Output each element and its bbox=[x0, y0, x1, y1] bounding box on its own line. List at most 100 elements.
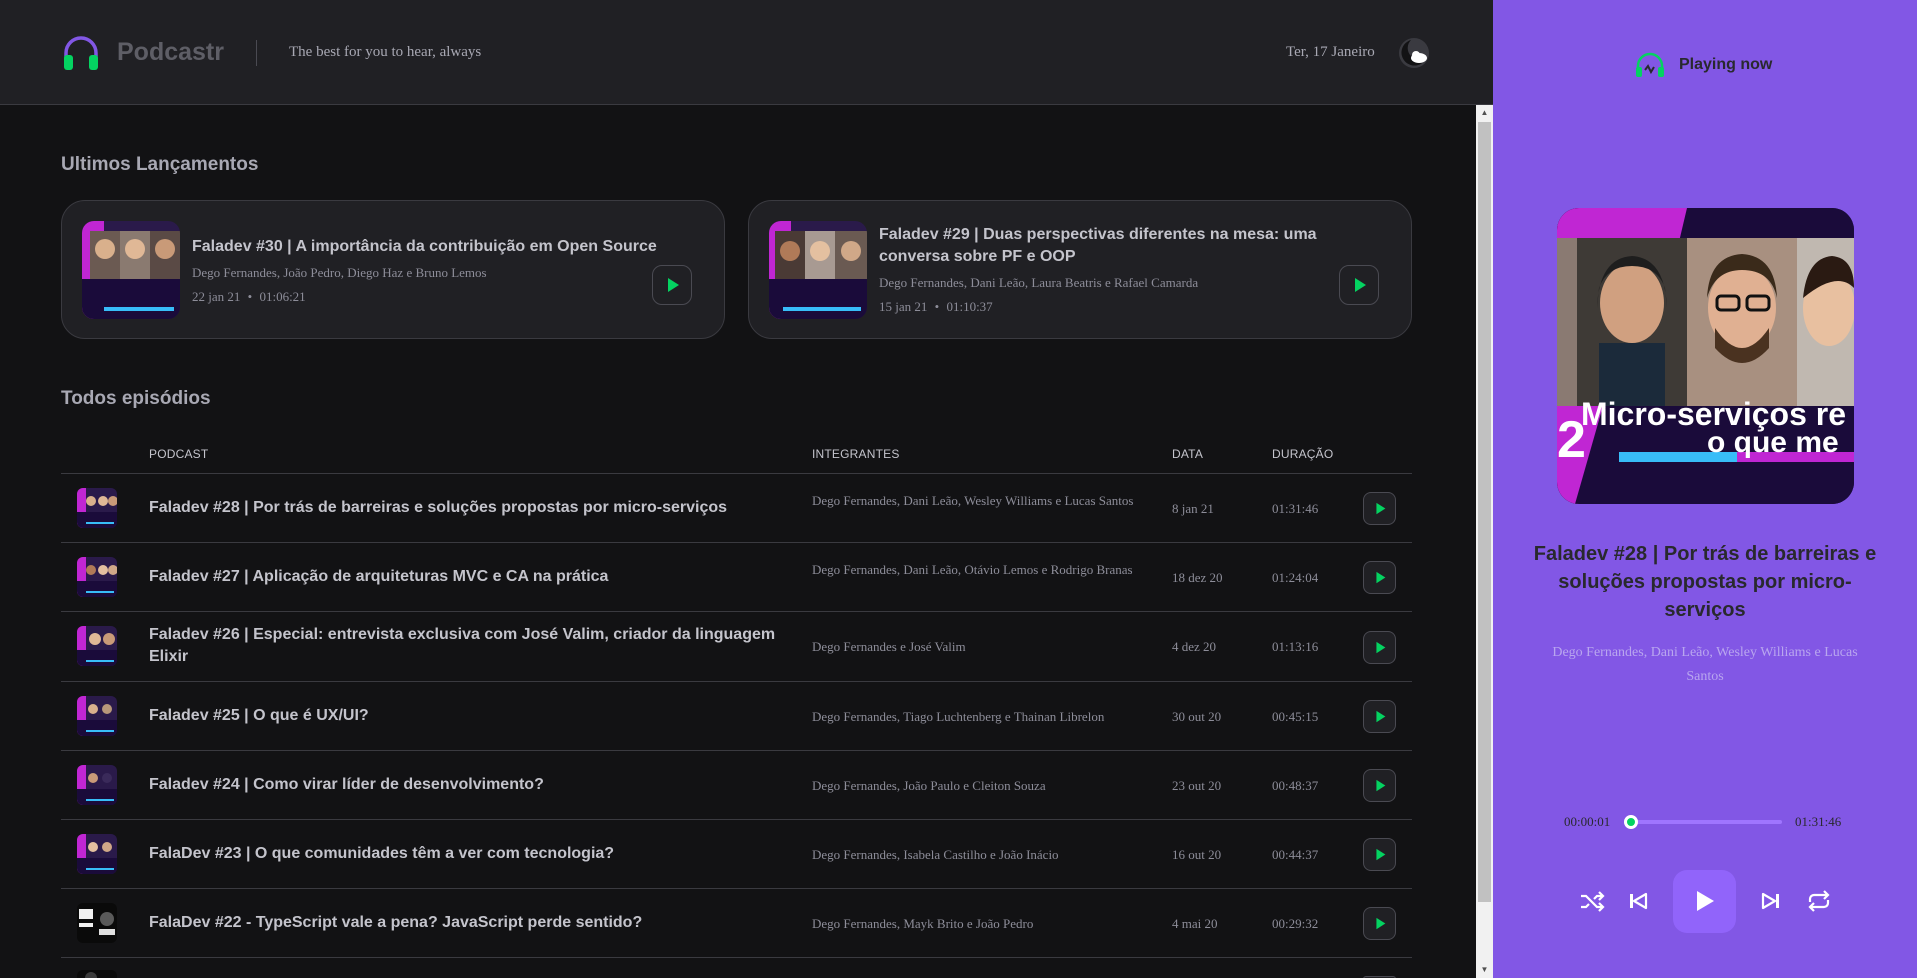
episode-date: 15 jan 21 bbox=[879, 299, 928, 314]
episode-cover: 2 Micro-serviços re o que me bbox=[1557, 208, 1854, 504]
play-icon bbox=[668, 278, 679, 292]
cover-text-2: o que me bbox=[1707, 426, 1839, 459]
progress-slider[interactable] bbox=[1629, 820, 1782, 824]
latest-releases-title: Ultimos Lançamentos bbox=[61, 154, 259, 175]
current-time: 00:00:01 bbox=[1564, 814, 1611, 829]
total-time: 01:31:46 bbox=[1795, 814, 1842, 829]
episode-date: 30 out 20 bbox=[1172, 709, 1222, 724]
table-row: Faladev #28 | Por trás de barreiras e so… bbox=[61, 473, 1412, 542]
play-pause-button[interactable] bbox=[1673, 870, 1736, 933]
episode-thumbnail bbox=[77, 834, 117, 874]
episode-meta: 22 jan 21 • 01:06:21 bbox=[192, 289, 306, 305]
episode-title[interactable]: Faladev #30 | A importância da contribui… bbox=[192, 236, 702, 258]
play-icon bbox=[1376, 571, 1386, 584]
episode-members: Dego Fernandes, João Pedro, Diego Haz e … bbox=[192, 265, 487, 280]
episode-thumbnail bbox=[77, 696, 117, 736]
episode-title[interactable]: Faladev #25 | O que é UX/UI? bbox=[149, 705, 779, 727]
play-episode-button[interactable] bbox=[652, 265, 692, 305]
episode-date: 4 mai 20 bbox=[1172, 916, 1218, 931]
table-row: Faladev #25 | O que é UX/UI? Dego Fernan… bbox=[61, 681, 1412, 750]
play-episode-button[interactable] bbox=[1363, 700, 1396, 733]
play-episode-button[interactable] bbox=[1363, 838, 1396, 871]
episode-duration: 01:13:16 bbox=[1272, 639, 1319, 654]
all-episodes-title: Todos episódios bbox=[61, 388, 211, 409]
episode-title[interactable]: Faladev #28 | Por trás de barreiras e so… bbox=[149, 497, 779, 519]
episode-date: 23 out 20 bbox=[1172, 778, 1222, 793]
episode-date: 8 jan 21 bbox=[1172, 501, 1214, 516]
play-icon bbox=[1376, 641, 1386, 654]
player-panel: Playing now 2 Micro-serviços re o que me… bbox=[1493, 0, 1917, 978]
meta-separator: • bbox=[934, 299, 940, 314]
episode-meta: 15 jan 21 • 01:10:37 bbox=[879, 299, 993, 315]
episode-thumbnail bbox=[77, 557, 117, 597]
episode-duration: 00:29:32 bbox=[1272, 916, 1319, 931]
brand-name: Podcastr bbox=[117, 38, 224, 66]
episode-duration: 00:45:15 bbox=[1272, 709, 1319, 724]
next-track-icon[interactable] bbox=[1756, 886, 1786, 916]
episode-members: Dego Fernandes, Dani Leão, Wesley Willia… bbox=[812, 493, 1134, 508]
play-icon bbox=[1355, 278, 1366, 292]
episode-title[interactable]: Faladev #29 | Duas perspectivas diferent… bbox=[879, 224, 1349, 268]
table-row: FalaDev #23 | O que comunidades têm a ve… bbox=[61, 819, 1412, 888]
shuffle-icon[interactable] bbox=[1577, 886, 1607, 916]
play-icon bbox=[1376, 917, 1386, 930]
episode-duration: 00:48:37 bbox=[1272, 778, 1319, 793]
table-row: FalaDev #22 - TypeScript vale a pena? Ja… bbox=[61, 888, 1412, 957]
column-header-date: DATA bbox=[1172, 447, 1204, 461]
episode-members: Dego Fernandes e José Valim bbox=[812, 639, 966, 654]
main-content: Podcastr The best for you to hear, alway… bbox=[0, 0, 1493, 978]
episode-thumbnail bbox=[77, 765, 117, 805]
episode-date: 16 out 20 bbox=[1172, 847, 1222, 862]
app-header: Podcastr The best for you to hear, alway… bbox=[0, 0, 1493, 105]
play-icon bbox=[1376, 710, 1386, 723]
now-playing-title: Faladev #28 | Por trás de barreiras e so… bbox=[1533, 543, 1877, 621]
play-episode-button[interactable] bbox=[1339, 265, 1379, 305]
episode-duration: 00:44:37 bbox=[1272, 847, 1319, 862]
episode-members: Dego Fernandes, Mayk Brito e João Pedro bbox=[812, 916, 1034, 931]
episode-title[interactable]: FalaDev #23 | O que comunidades têm a ve… bbox=[149, 843, 779, 865]
play-episode-button[interactable] bbox=[1363, 492, 1396, 525]
episode-thumbnail bbox=[769, 221, 867, 319]
episode-title[interactable]: Faladev #27 | Aplicação de arquiteturas … bbox=[149, 566, 779, 588]
tagline: The best for you to hear, always bbox=[289, 44, 482, 60]
repeat-icon[interactable] bbox=[1804, 886, 1834, 916]
table-row bbox=[61, 957, 1412, 978]
play-icon bbox=[1376, 848, 1386, 861]
now-playing-members: Dego Fernandes, Dani Leão, Wesley Willia… bbox=[1552, 645, 1858, 684]
episode-thumbnail bbox=[77, 626, 117, 666]
episode-date: 18 dez 20 bbox=[1172, 570, 1223, 585]
episode-duration: 01:06:21 bbox=[259, 289, 306, 304]
previous-track-icon[interactable] bbox=[1623, 886, 1653, 916]
episode-title[interactable]: FalaDev #22 - TypeScript vale a pena? Ja… bbox=[149, 912, 779, 934]
play-episode-button[interactable] bbox=[1363, 907, 1396, 940]
episode-title[interactable]: Faladev #24 | Como virar líder de desenv… bbox=[149, 774, 779, 796]
episode-title[interactable]: Faladev #26 | Especial: entrevista exclu… bbox=[149, 624, 779, 668]
scroll-thumb[interactable] bbox=[1478, 122, 1491, 902]
play-icon bbox=[1376, 502, 1386, 515]
playing-now-label: Playing now bbox=[1679, 56, 1773, 73]
episode-date: 22 jan 21 bbox=[192, 289, 241, 304]
headphones-logo-icon bbox=[64, 36, 98, 70]
episode-date: 4 dez 20 bbox=[1172, 639, 1217, 654]
episode-thumbnail bbox=[77, 903, 117, 943]
scroll-up-arrow-icon[interactable]: ▲ bbox=[1476, 105, 1493, 121]
episode-members: Dego Fernandes, João Paulo e Cleiton Sou… bbox=[812, 778, 1046, 793]
table-row: Faladev #24 | Como virar líder de desenv… bbox=[61, 750, 1412, 819]
column-header-podcast: PODCAST bbox=[149, 447, 209, 461]
meta-separator: • bbox=[247, 289, 253, 304]
play-episode-button[interactable] bbox=[1363, 769, 1396, 802]
column-header-duration: DURAÇÃO bbox=[1272, 447, 1334, 461]
theme-toggle-icon[interactable] bbox=[1397, 36, 1431, 70]
table-row: Faladev #27 | Aplicação de arquiteturas … bbox=[61, 542, 1412, 611]
scroll-down-arrow-icon[interactable]: ▼ bbox=[1476, 962, 1493, 978]
header-divider bbox=[256, 40, 257, 66]
latest-episode-card: Faladev #29 | Duas perspectivas diferent… bbox=[748, 200, 1412, 339]
progress-handle[interactable] bbox=[1624, 815, 1639, 829]
episode-thumbnail bbox=[77, 970, 117, 978]
play-episode-button[interactable] bbox=[1363, 631, 1396, 664]
current-date: Ter, 17 Janeiro bbox=[1286, 44, 1375, 60]
headphones-playing-icon bbox=[1636, 52, 1664, 77]
play-episode-button[interactable] bbox=[1363, 561, 1396, 594]
vertical-scrollbar[interactable]: ▲ ▼ bbox=[1476, 105, 1493, 978]
episode-members: Dego Fernandes, Dani Leão, Otávio Lemos … bbox=[812, 562, 1133, 577]
